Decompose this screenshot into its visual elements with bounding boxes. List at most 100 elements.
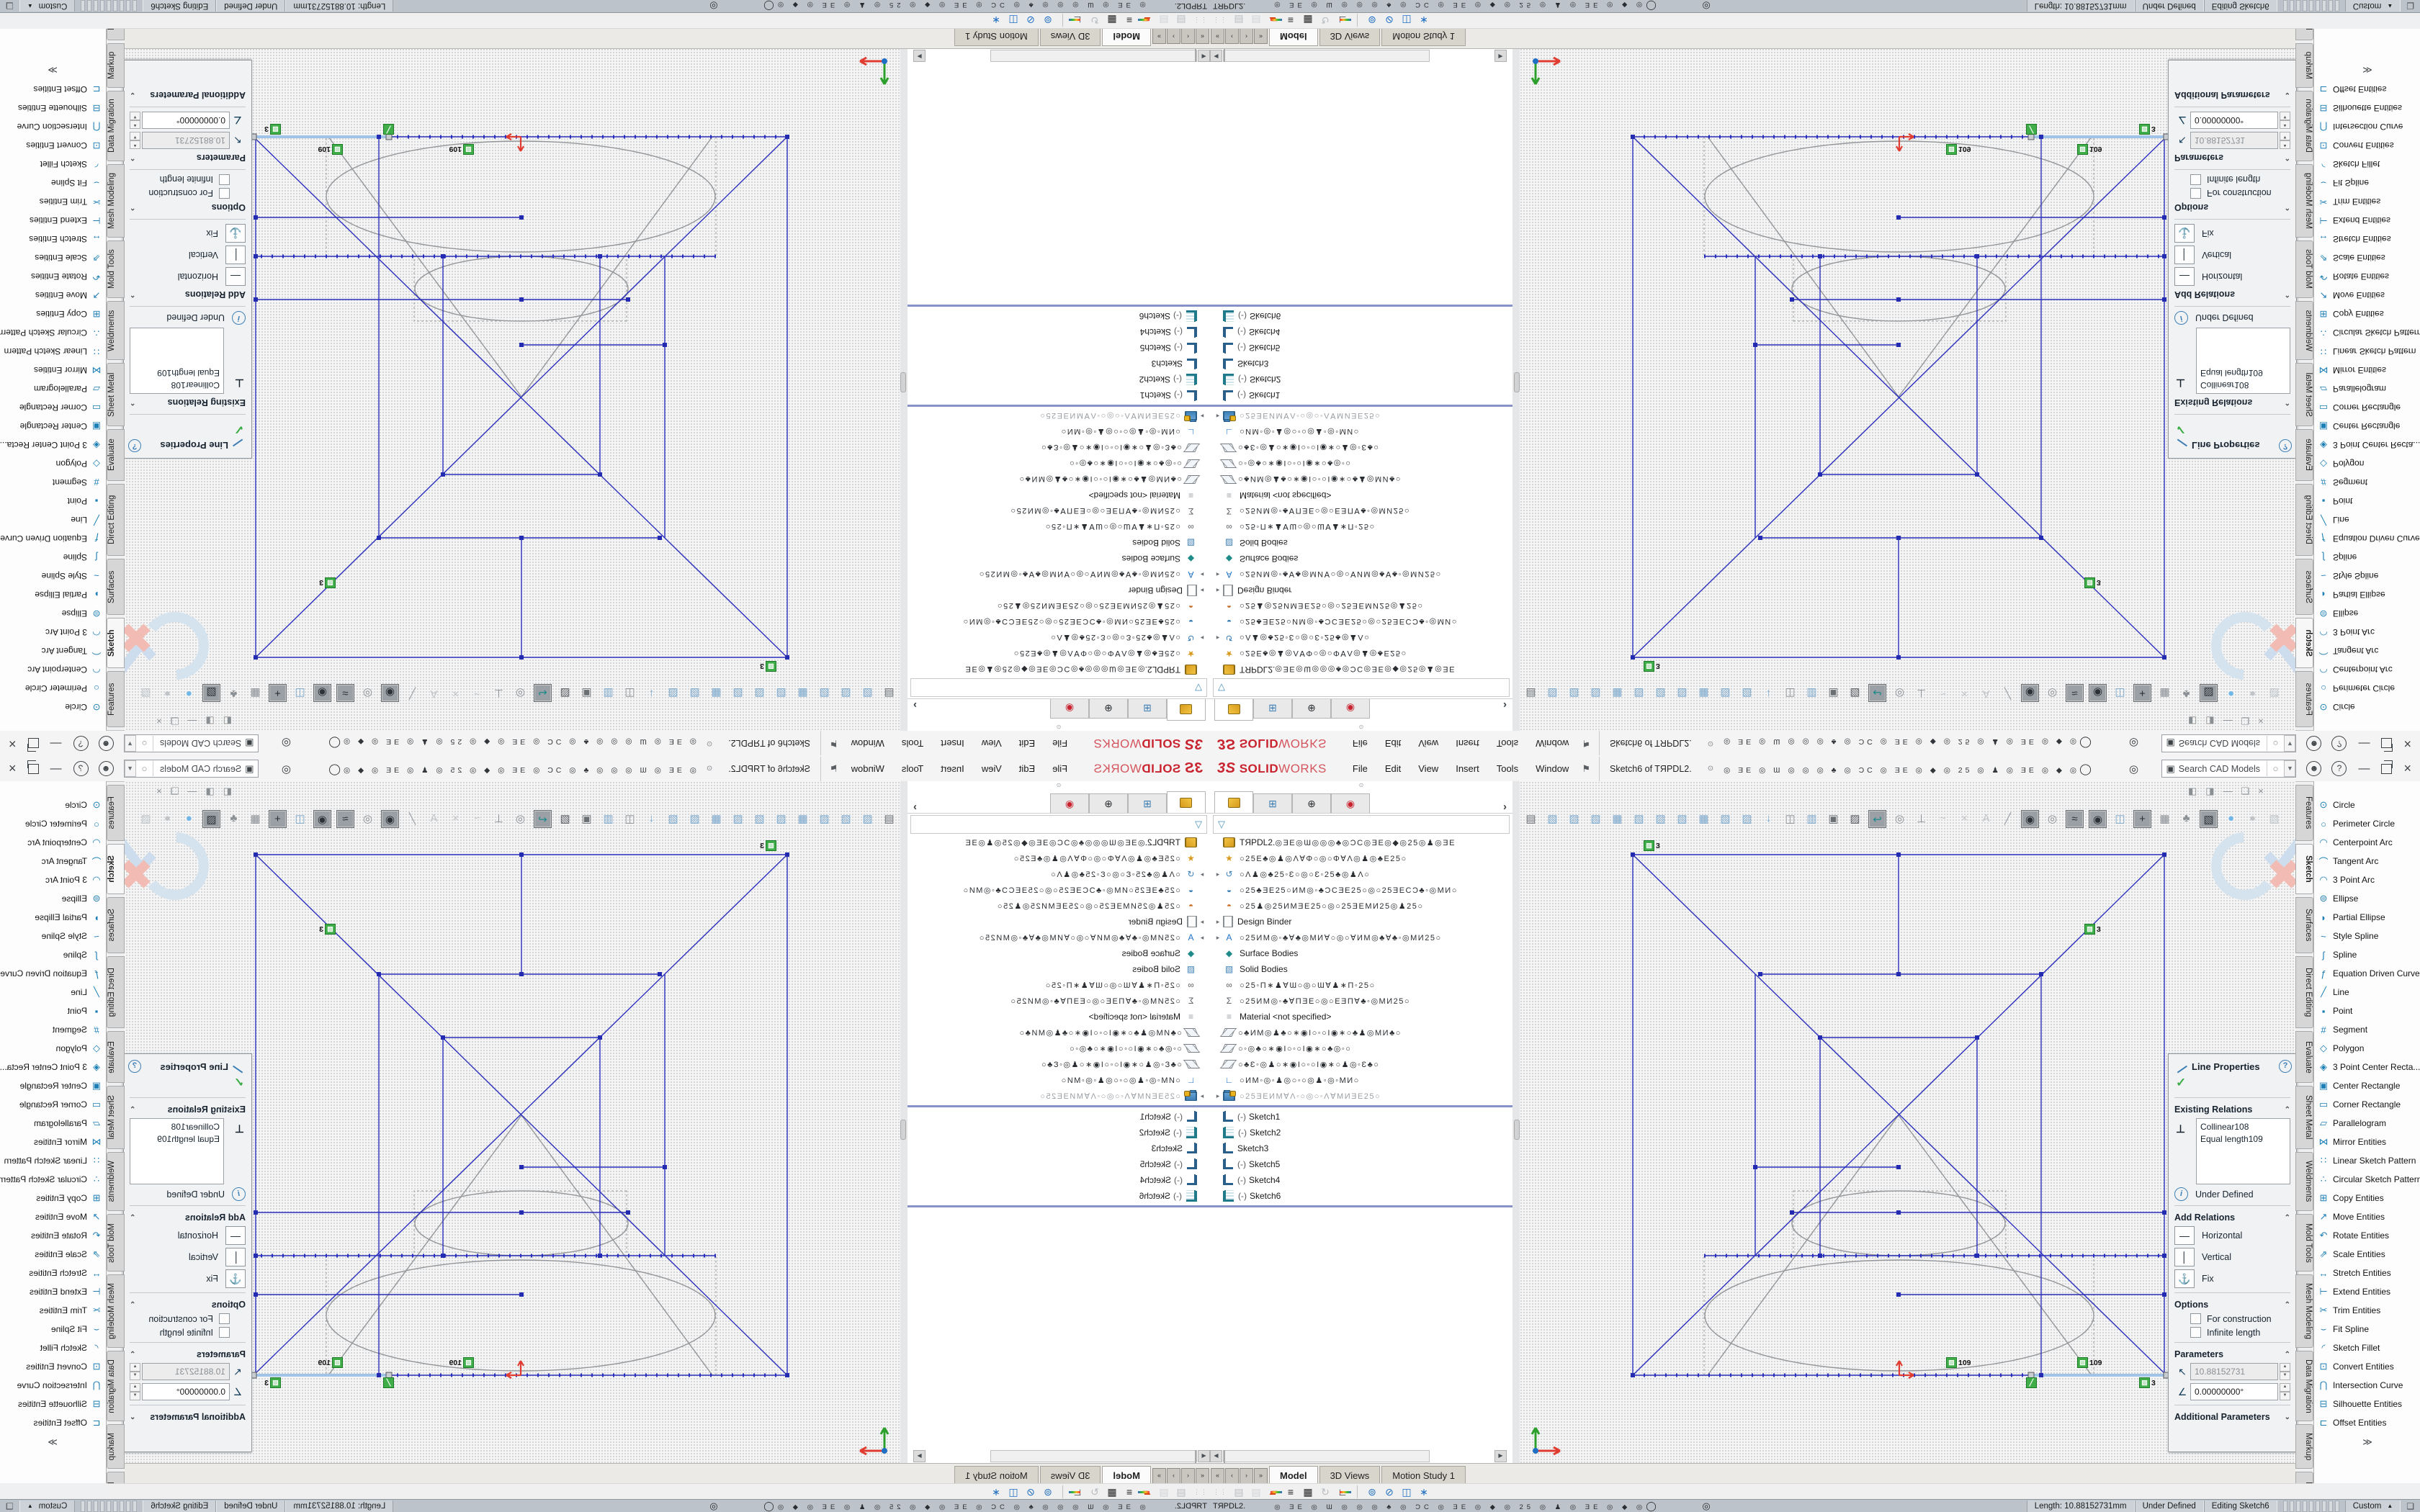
screen-icon[interactable]: ◫: [622, 685, 638, 702]
text-gray-icon[interactable]: A: [426, 810, 442, 827]
more-tools-chevron[interactable]: ≫: [0, 1436, 106, 1448]
tab-motion-study-1[interactable]: Motion Study 1: [954, 1466, 1039, 1484]
search-input[interactable]: Search CAD Models: [2179, 739, 2267, 749]
layers-icon[interactable]: ≡: [1282, 1486, 1299, 1498]
tree-item[interactable]: ○♣Ɛ◦◎♟○∗◉I○◦○I◉∗○♟◎◦Ɛ♣○: [1210, 1056, 1512, 1072]
scrollbar-thumb[interactable]: [1224, 49, 1225, 63]
cube-icon[interactable]: ▨: [751, 685, 768, 702]
sheet-icon[interactable]: ❏: [6, 1501, 14, 1511]
tool-intersection-curve[interactable]: ⋂Intersection Curve: [2314, 1376, 2420, 1395]
tree-horizontal-scrollbar[interactable]: ◀ ▶: [1210, 50, 1507, 62]
tree-item[interactable]: ◓○25♟◎25ИΜƎE25○◎○25ƎEΜИ25◎♟25○: [908, 898, 1210, 914]
tool-stretch-entities[interactable]: ↔Stretch Entities: [0, 230, 106, 248]
delete-gray-icon[interactable]: ×: [1956, 810, 1973, 827]
tab-direct-editing[interactable]: Direct Editing: [107, 956, 125, 1028]
close-button[interactable]: ×: [2403, 761, 2411, 776]
spinner[interactable]: ▼: [130, 112, 140, 120]
tool-circle[interactable]: ⊙Circle: [2314, 796, 2420, 814]
move-eye-icon[interactable]: +: [269, 684, 287, 702]
menu-edit[interactable]: Edit: [1376, 760, 1410, 777]
tab-nav-button[interactable]: «: [1211, 1468, 1224, 1484]
vertical-relation-button[interactable]: │Vertical: [124, 244, 251, 266]
search-input[interactable]: Search CAD Models: [153, 764, 242, 774]
tab-mold-tools[interactable]: Mold Tools: [107, 1214, 125, 1272]
tree-item[interactable]: ◓○25♟◎25ИΜƎE25○◎○25ƎEΜИ25◎♟25○: [908, 598, 1210, 614]
book-icon[interactable]: ▥: [600, 685, 617, 702]
tool-equation-driven-curve[interactable]: ƒEquation Driven Curve: [2314, 964, 2420, 983]
tree-item-solid-bodies[interactable]: ▧Solid Bodies: [908, 535, 1210, 551]
tool-polygon[interactable]: ◇Polygon: [2314, 454, 2420, 473]
sheets-gray-icon[interactable]: ▤: [1230, 14, 1247, 27]
search-dropdown-icon[interactable]: ▼: [125, 760, 136, 777]
tab-nav-button[interactable]: ‹: [1181, 28, 1195, 44]
menu-insert[interactable]: Insert: [1447, 735, 1488, 752]
restore-button[interactable]: [2381, 764, 2392, 774]
spinner[interactable]: ▼: [2280, 132, 2290, 140]
tree-item[interactable]: ◒○25♣ƎE25○ИΜ◎◦♣ƆCƎE25○◎○25ƎECƆ♣◦◎ΜИ○: [908, 614, 1210, 630]
scrollbar-thumb[interactable]: [1195, 1450, 1196, 1464]
grid-icon[interactable]: ▦: [247, 810, 264, 827]
minimize-button[interactable]: —: [2358, 737, 2370, 750]
cube-icon[interactable]: ▨: [838, 685, 854, 702]
option-infinite-length[interactable]: Infinite length: [124, 173, 251, 186]
tool-rotate-entities[interactable]: ↶Rotate Entities: [2314, 267, 2420, 286]
tool-stretch-entities[interactable]: ↔Stretch Entities: [2314, 230, 2420, 248]
ok-button[interactable]: ✓: [124, 418, 251, 438]
splitter-handle[interactable]: [1514, 1120, 1520, 1140]
checkbox[interactable]: [2190, 1327, 2201, 1338]
text-gray-icon[interactable]: A: [1978, 810, 1994, 827]
configurationmanager-tab[interactable]: ⊕: [1089, 699, 1128, 719]
relation-tag[interactable]: ▨3: [1644, 840, 1660, 851]
splitter-handle[interactable]: [1514, 372, 1520, 392]
tool-circle[interactable]: ⊙Circle: [2314, 698, 2420, 716]
relations-listbox[interactable]: Collinear108Equal length109: [2196, 328, 2290, 394]
menu-view[interactable]: View: [973, 760, 1010, 777]
parameters-header[interactable]: Parameters⌃: [124, 150, 251, 166]
tab-mesh-modeling[interactable]: Mesh Modeling: [2295, 1274, 2313, 1348]
search-input[interactable]: Search CAD Models: [2179, 764, 2267, 774]
tree-filter-box[interactable]: ▽: [910, 678, 1207, 697]
tool-trim-entities[interactable]: ✂Trim Entities: [0, 192, 106, 211]
pin-icon[interactable]: ⚑: [1582, 738, 1590, 750]
tab-features[interactable]: Features: [107, 671, 125, 727]
tool-ellipse[interactable]: ⊜Ellipse: [2314, 889, 2420, 908]
tool-point[interactable]: ▪Point: [2314, 1002, 2420, 1020]
perpendicular-icon[interactable]: ⊥: [490, 810, 507, 827]
circle-tool-icon[interactable]: ◎: [1891, 685, 1908, 702]
tree-horizontal-scrollbar[interactable]: ◀ ▶: [1210, 1450, 1507, 1462]
fix-relation-button[interactable]: ⚓Fix: [2169, 222, 2296, 244]
search-box[interactable]: ▣ Search CAD Models ○ ▼: [2161, 760, 2296, 778]
hide-show-eye-icon[interactable]: ◉: [2021, 810, 2039, 828]
perpendicular-icon[interactable]: ⊥: [490, 685, 507, 702]
tree-item-design-binder[interactable]: ▸Design Binder: [908, 914, 1210, 930]
book-icon[interactable]: ▥: [600, 810, 617, 827]
relation-entry[interactable]: Collinear108: [134, 379, 220, 391]
cube-icon[interactable]: ▧: [730, 810, 746, 827]
tool-linear-sketch-pattern[interactable]: ∷Linear Sketch Pattern: [0, 342, 106, 361]
tab-nav-button[interactable]: ›: [1240, 1468, 1253, 1484]
featuremanager-tab[interactable]: [1167, 791, 1206, 813]
tree-item[interactable]: ○♣ИΜ◎♟♣○∗◉I○◦○I◉∗○♣♟◎ΜИ♣○: [1210, 472, 1512, 487]
tab-nav-button[interactable]: »: [1254, 28, 1268, 44]
parameters-header[interactable]: Parameters⌃: [124, 1346, 251, 1362]
gray-cube-icon[interactable]: ▧: [138, 810, 154, 827]
existing-relations-header[interactable]: Existing Relations⌃: [124, 1101, 251, 1117]
tree-horizontal-scrollbar[interactable]: ◀ ▶: [913, 50, 1210, 62]
zebra-stripes-icon[interactable]: ▨: [1847, 685, 1863, 702]
existing-relations-header[interactable]: Existing Relations⌃: [2169, 395, 2296, 411]
tool-convert-entities[interactable]: ⊡Convert Entities: [0, 1357, 106, 1376]
cube-icon[interactable]: ▧: [1674, 685, 1690, 702]
tool-stretch-entities[interactable]: ↔Stretch Entities: [0, 1264, 106, 1282]
tool-ellipse[interactable]: ⊜Ellipse: [0, 604, 106, 623]
relation-tag[interactable]: ╱: [2026, 1377, 2037, 1388]
tab-motion-study-1[interactable]: Motion Study 1: [1381, 1466, 1466, 1484]
tool-3-point-arc[interactable]: ◠3 Point Arc: [0, 623, 106, 642]
add-relations-header[interactable]: Add Relations⌃: [124, 287, 251, 303]
menu-file[interactable]: File: [1344, 760, 1376, 777]
tab-sheet-metal[interactable]: Sheet Metal: [107, 1086, 125, 1149]
panel-help-icon[interactable]: ?: [128, 1060, 141, 1073]
checkbox[interactable]: [2190, 1313, 2201, 1324]
cube-icon[interactable]: ▧: [1717, 685, 1734, 702]
relation-tag[interactable]: ╱: [383, 124, 394, 135]
tool-center-rectangle[interactable]: ▣Center Rectangle: [2314, 417, 2420, 436]
